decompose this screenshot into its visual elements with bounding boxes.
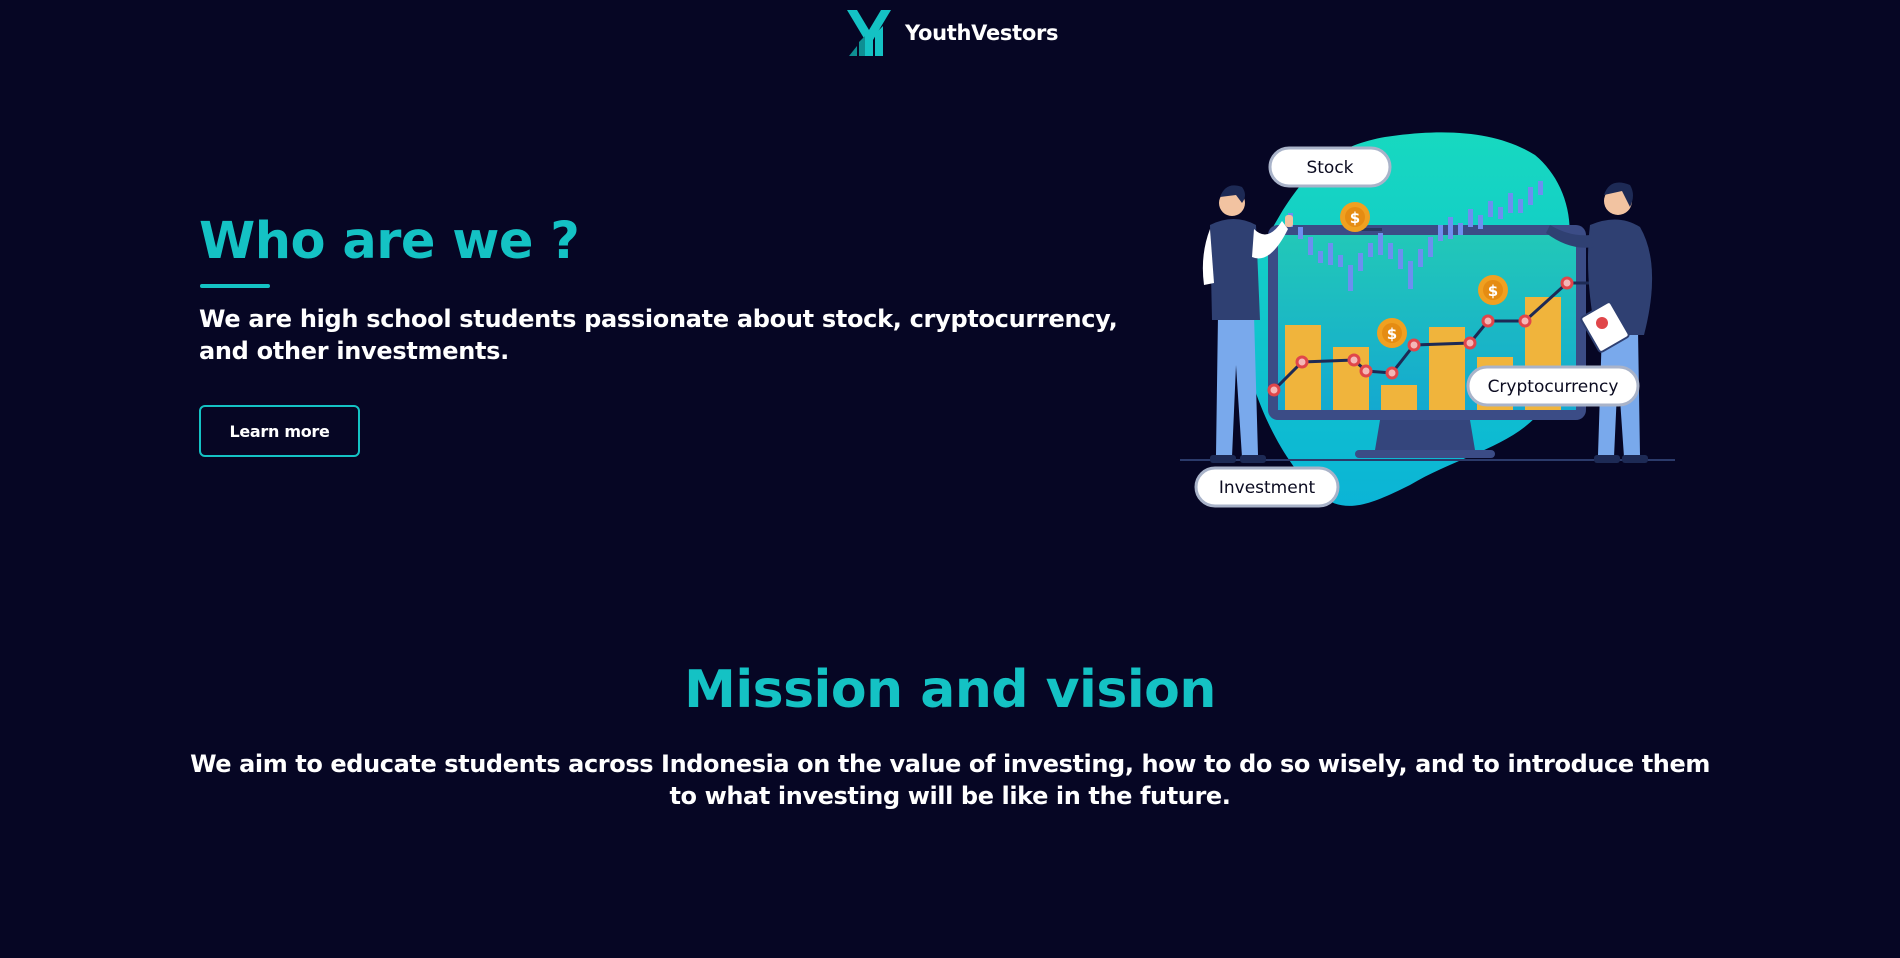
stock-label: Stock: [1268, 146, 1392, 188]
title-underline: [200, 284, 270, 288]
svg-text:$: $: [1350, 209, 1360, 227]
learn-more-button[interactable]: Learn more: [199, 405, 360, 457]
svg-text:$: $: [1488, 282, 1498, 300]
svg-text:$: $: [1387, 325, 1397, 343]
cryptocurrency-label: Cryptocurrency: [1466, 365, 1640, 407]
hero-title: Who are we ?: [199, 212, 580, 271]
brand-name: YouthVestors: [905, 21, 1059, 45]
hero-description: We are high school students passionate a…: [199, 305, 1118, 365]
mission-text: We aim to educate students across Indone…: [190, 750, 1710, 810]
mission-title: Mission and vision: [684, 660, 1216, 720]
youthvestors-logo-icon: [847, 10, 891, 56]
investment-illustration: $ $ $ Stock Cryptocurrency Investment: [1180, 132, 1675, 508]
svg-text:Cryptocurrency: Cryptocurrency: [1488, 377, 1619, 397]
svg-text:Investment: Investment: [1219, 478, 1316, 498]
investment-label: Investment: [1194, 466, 1340, 508]
site-logo[interactable]: YouthVestors: [845, 8, 1059, 58]
svg-text:Stock: Stock: [1306, 158, 1353, 178]
